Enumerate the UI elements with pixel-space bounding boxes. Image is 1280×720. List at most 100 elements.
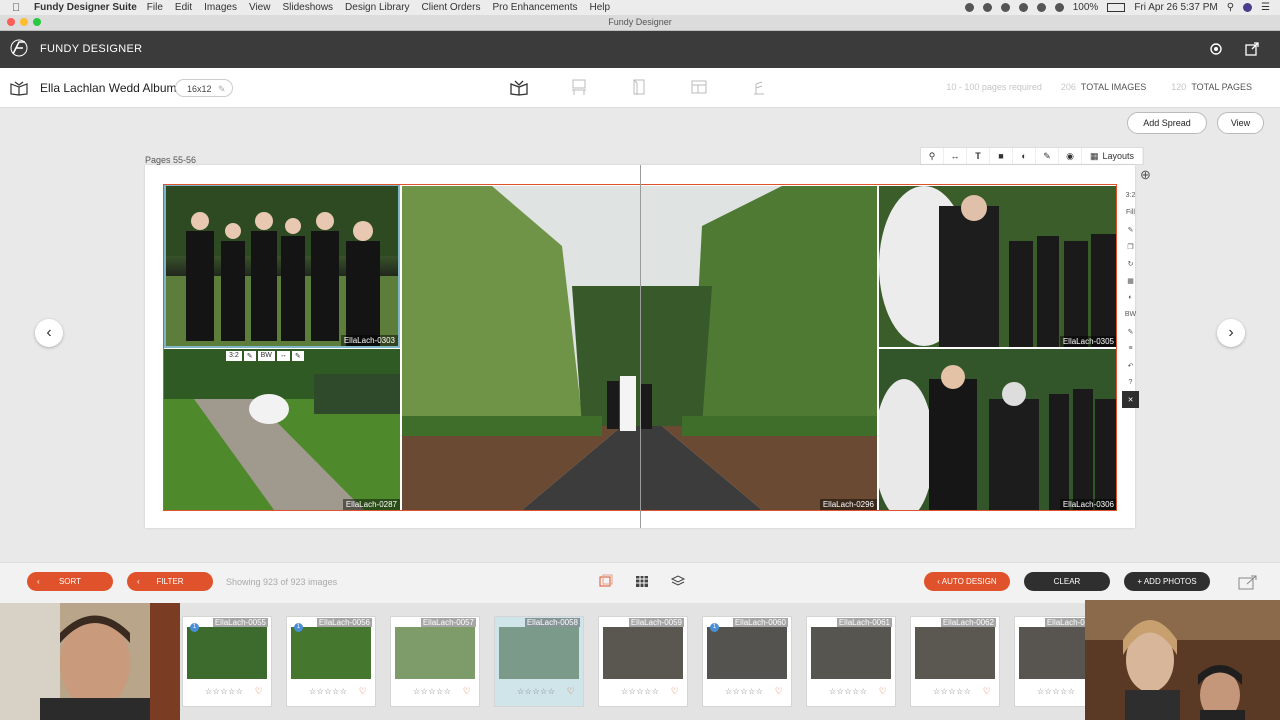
wifi-icon[interactable] [1054,3,1064,12]
shape-tool-icon[interactable]: ■ [990,148,1013,164]
heart-icon[interactable]: ♡ [463,686,471,697]
heart-icon[interactable]: ♡ [671,686,679,697]
edit-photo-icon[interactable]: ✎ [243,351,256,361]
client-mode-icon[interactable] [750,78,768,96]
battery-icon[interactable] [1107,3,1126,12]
add-photos-button[interactable]: + ADD PHOTOS [1124,572,1210,591]
photo-frame-groomsmen[interactable]: EllaLach-0303 [164,184,400,348]
color-tool-icon[interactable]: ◐ [1013,148,1036,164]
wall-art-mode-icon[interactable] [570,78,588,96]
add-circle-icon[interactable]: ⊕ [1140,167,1151,183]
auto-design-button[interactable]: ‹ AUTO DESIGN [924,572,1010,591]
user-icon[interactable] [1243,3,1253,12]
photo-frame-bride-embrace[interactable]: EllaLach-0305 [879,186,1117,347]
album-name[interactable]: Ella Lachlan Wedd Album [40,81,177,95]
grid-icon[interactable]: ▦ [1122,272,1139,289]
menu-edit[interactable]: Edit [175,2,192,13]
star-rating[interactable]: ☆☆☆☆☆ [829,687,867,696]
album-icon[interactable] [10,80,28,96]
photo-frame-couple-path[interactable]: 3:2 ✎ BW ↔ ✎ EllaLach-0287 [164,349,400,510]
menu-app-name[interactable]: Fundy Designer Suite [34,2,137,13]
undo-icon[interactable]: ↶ [1122,357,1139,374]
filmstrip-thumb-selected[interactable]: EllaLach-0058 ☆☆☆☆☆ ♡ [494,616,584,707]
photo-frame-walkway[interactable]: EllaLach-0296 [402,186,877,510]
filmstrip-thumb[interactable]: 1 EllaLach-0056 ☆☆☆☆☆ ♡ [286,616,376,707]
next-spread-button[interactable]: › [1217,319,1245,347]
menu-file[interactable]: File [147,2,163,13]
external-window-icon[interactable] [1244,41,1260,57]
adjust-icon[interactable]: ≡ [1122,340,1139,357]
layers-view-icon[interactable] [670,573,686,589]
preview-eye-icon[interactable]: ◉ [1059,148,1082,164]
heart-icon[interactable]: ♡ [775,686,783,697]
star-rating[interactable]: ☆☆☆☆☆ [725,687,763,696]
menu-client-orders[interactable]: Client Orders [422,2,481,13]
filmstrip-thumb[interactable]: 1 EllaLach-0055 ☆☆☆☆☆ ♡ [182,616,272,707]
heart-icon[interactable]: ♡ [359,686,367,697]
eyedropper-photo-icon[interactable]: ✎ [291,351,304,361]
minimize-window-button[interactable] [20,18,28,26]
star-rating[interactable]: ☆☆☆☆☆ [517,687,555,696]
resize-width-icon[interactable]: ↔ [944,148,967,164]
previous-spread-button[interactable]: ‹ [35,319,63,347]
filmstrip-thumb[interactable]: 1 EllaLach-0060 ☆☆☆☆☆ ♡ [702,616,792,707]
album-designer-mode-icon[interactable] [510,78,528,96]
sync-icon[interactable] [1000,3,1010,12]
heart-icon[interactable]: ♡ [983,686,991,697]
edit-tool-icon[interactable]: ✎ [1122,221,1139,238]
bw-button[interactable]: BW [257,351,275,361]
dropbox-icon[interactable] [982,3,992,12]
text-tool-icon[interactable]: T [967,148,990,164]
eyedropper-tool-icon[interactable]: ✎ [1122,323,1139,340]
filmstrip-thumb[interactable]: EllaLach-0059 ☆☆☆☆☆ ♡ [598,616,688,707]
close-window-button[interactable] [7,18,15,26]
heart-icon[interactable]: ♡ [255,686,263,697]
star-rating[interactable]: ☆☆☆☆☆ [205,687,243,696]
menu-images[interactable]: Images [204,2,237,13]
filmstrip-thumb[interactable]: EllaLach-0057 ☆☆☆☆☆ ♡ [390,616,480,707]
photo-frame-groom-handshake[interactable]: EllaLach-0306 [879,349,1117,510]
heart-icon[interactable]: ♡ [567,686,575,697]
export-icon[interactable] [1238,574,1258,590]
menu-design-library[interactable]: Design Library [345,2,409,13]
star-rating[interactable]: ☆☆☆☆☆ [309,687,347,696]
ratio-button[interactable]: 3:2 [226,351,242,361]
cards-mode-icon[interactable] [630,78,648,96]
sort-button[interactable]: ‹ SORT [27,572,113,591]
fill-tool[interactable]: Fill [1122,204,1139,221]
star-rating[interactable]: ☆☆☆☆☆ [621,687,659,696]
zoom-window-button[interactable] [33,18,41,26]
filter-button[interactable]: ‹ FILTER [127,572,213,591]
star-rating[interactable]: ☆☆☆☆☆ [1037,687,1075,696]
skype-icon[interactable] [964,3,974,12]
menu-slideshows[interactable]: Slideshows [282,2,333,13]
clock[interactable]: Fri Apr 26 5:37 PM [1134,2,1217,13]
stack-view-icon[interactable] [598,573,614,589]
eyedropper-icon[interactable]: ✎ [1036,148,1059,164]
clear-button[interactable]: CLEAR [1024,572,1110,591]
help-icon[interactable]: ? [1122,374,1139,391]
delete-icon[interactable]: ✕ [1122,391,1139,408]
bluetooth-icon[interactable] [1036,3,1046,12]
ratio-tool[interactable]: 3:2 [1122,187,1139,204]
view-button[interactable]: View [1217,112,1264,134]
zoom-icon[interactable]: ⚲ [921,148,944,164]
grid-view-icon[interactable] [634,573,650,589]
filmstrip-thumb[interactable]: EllaLach-0062 ☆☆☆☆☆ ♡ [910,616,1000,707]
album-size-pill[interactable]: 16x12 ✎ [175,79,233,97]
spotlight-search-icon[interactable]: ⚲ [1227,2,1234,13]
edit-pencil-icon[interactable]: ✎ [218,84,226,94]
settings-gear-icon[interactable] [1208,41,1224,57]
layouts-button[interactable]: ▦ Layouts [1082,148,1143,164]
heart-icon[interactable]: ♡ [879,686,887,697]
notification-center-icon[interactable]: ☰ [1261,2,1270,13]
rotate-icon[interactable]: ↻ [1122,255,1139,272]
add-spread-button[interactable]: Add Spread [1127,112,1207,134]
bw-tool[interactable]: BW [1122,306,1139,323]
layouts-mode-icon[interactable] [690,78,708,96]
filmstrip-thumb[interactable]: EllaLach-0061 ☆☆☆☆☆ ♡ [806,616,896,707]
duplicate-icon[interactable]: ❐ [1122,238,1139,255]
menu-view[interactable]: View [249,2,271,13]
menu-pro-enhancements[interactable]: Pro Enhancements [492,2,577,13]
menu-help[interactable]: Help [590,2,611,13]
